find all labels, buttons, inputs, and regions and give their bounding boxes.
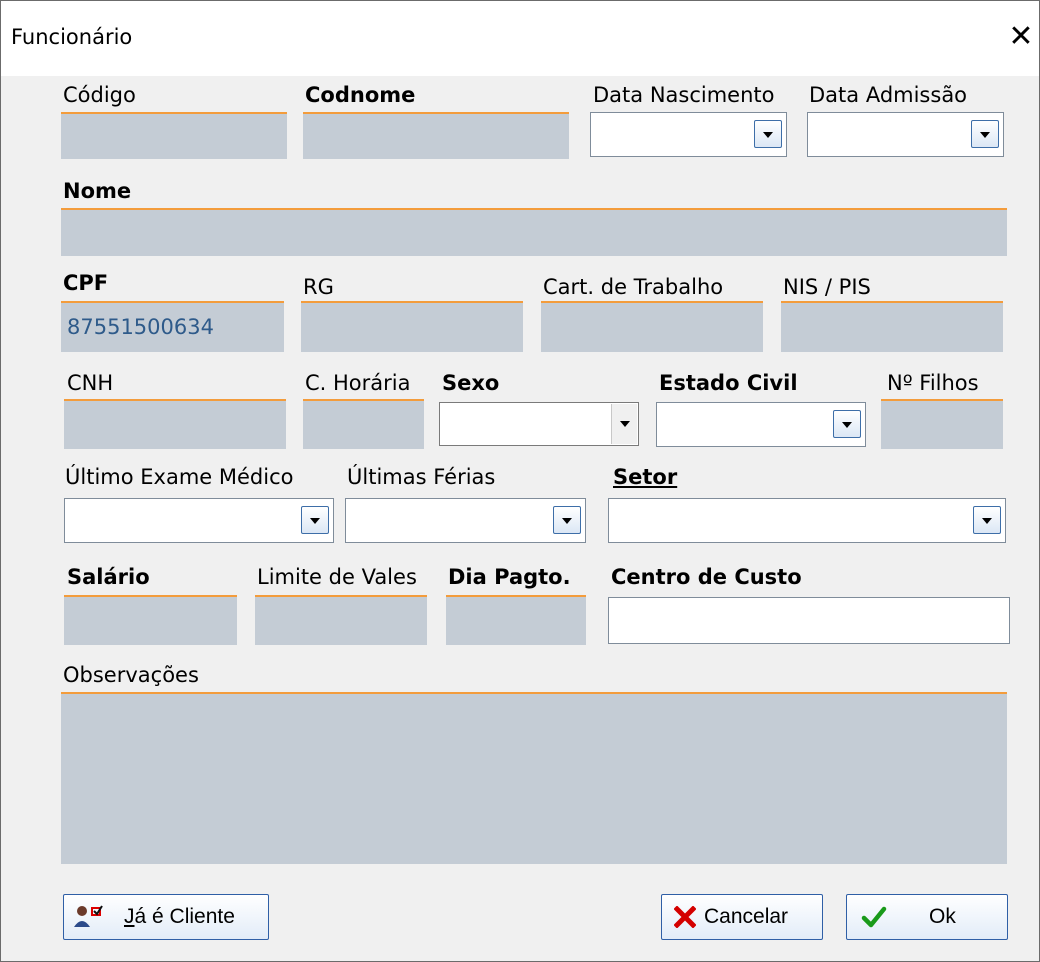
cancelar-button[interactable]: Cancelar [661,894,823,940]
nome-field[interactable] [61,210,1007,256]
c-horaria-label: C. Horária [305,371,411,395]
dia-pagto-label: Dia Pagto. [448,565,571,589]
setor-select[interactable] [608,498,1006,543]
limite-vales-field[interactable] [255,597,427,645]
salario-field[interactable] [64,597,237,645]
dia-pagto-field[interactable] [446,597,586,645]
centro-custo-label: Centro de Custo [611,565,802,589]
close-icon[interactable]: ✕ [1003,11,1039,61]
n-filhos-label: Nº Filhos [887,371,979,395]
user-check-icon [74,905,103,927]
chevron-down-icon[interactable] [973,506,1001,534]
ja-cliente-label: Já é Cliente [124,905,235,929]
checkmark-icon [861,906,887,928]
cpf-label: CPF [63,271,109,295]
ok-button[interactable]: Ok [846,894,1008,940]
ja-cliente-mnemonic: J [124,905,135,928]
chevron-down-icon[interactable] [833,410,861,438]
cart-trabalho-label: Cart. de Trabalho [543,275,724,299]
codigo-field[interactable] [61,114,287,159]
window-title: Funcionário [11,25,133,49]
ultimas-ferias-picker[interactable] [345,498,586,543]
chevron-down-icon[interactable] [553,506,581,534]
ja-cliente-label-rest: á é Cliente [134,905,235,928]
sexo-select[interactable] [439,402,639,446]
n-filhos-field[interactable] [881,401,1003,449]
chevron-down-icon[interactable] [301,506,329,534]
setor-label[interactable]: Setor [613,465,677,489]
funcionario-dialog: Funcionário ✕ Código Codnome Data Nascim… [0,0,1040,962]
cart-trabalho-field[interactable] [541,303,763,352]
data-admissao-picker[interactable] [807,112,1004,157]
data-nascimento-label: Data Nascimento [593,83,775,107]
estado-civil-select[interactable] [656,402,866,447]
cnh-label: CNH [67,371,114,395]
observacoes-textarea[interactable] [61,694,1007,864]
limite-vales-label: Limite de Vales [257,565,417,589]
ok-label: Ok [929,905,956,928]
centro-custo-input[interactable] [608,597,1010,644]
rg-label: RG [303,275,334,299]
chevron-down-icon[interactable] [971,120,999,148]
ultimo-exame-label: Último Exame Médico [65,465,294,489]
codnome-label: Codnome [305,83,416,107]
data-nascimento-picker[interactable] [590,112,787,157]
rg-field[interactable] [301,303,523,352]
codigo-label: Código [63,83,136,107]
data-admissao-label: Data Admissão [809,83,968,107]
sexo-label: Sexo [442,371,500,395]
cpf-field[interactable]: 87551500634 [61,303,284,352]
x-icon [674,906,696,928]
nis-pis-field[interactable] [781,303,1003,352]
salario-label: Salário [67,565,150,589]
observacoes-label: Observações [63,663,199,687]
nome-label: Nome [63,179,132,203]
cancelar-label: Cancelar [704,905,789,928]
chevron-down-icon[interactable] [754,120,782,148]
chevron-down-icon[interactable] [611,404,637,444]
nis-pis-label: NIS / PIS [783,275,871,299]
title-bar: Funcionário ✕ [1,1,1039,76]
ja-cliente-button[interactable]: Já é Cliente [63,894,269,940]
codnome-field[interactable] [303,114,569,159]
estado-civil-label: Estado Civil [659,371,798,395]
cnh-field[interactable] [64,401,286,449]
ultimo-exame-picker[interactable] [64,498,334,543]
c-horaria-field[interactable] [303,401,424,449]
ultimas-ferias-label: Últimas Férias [347,465,496,489]
